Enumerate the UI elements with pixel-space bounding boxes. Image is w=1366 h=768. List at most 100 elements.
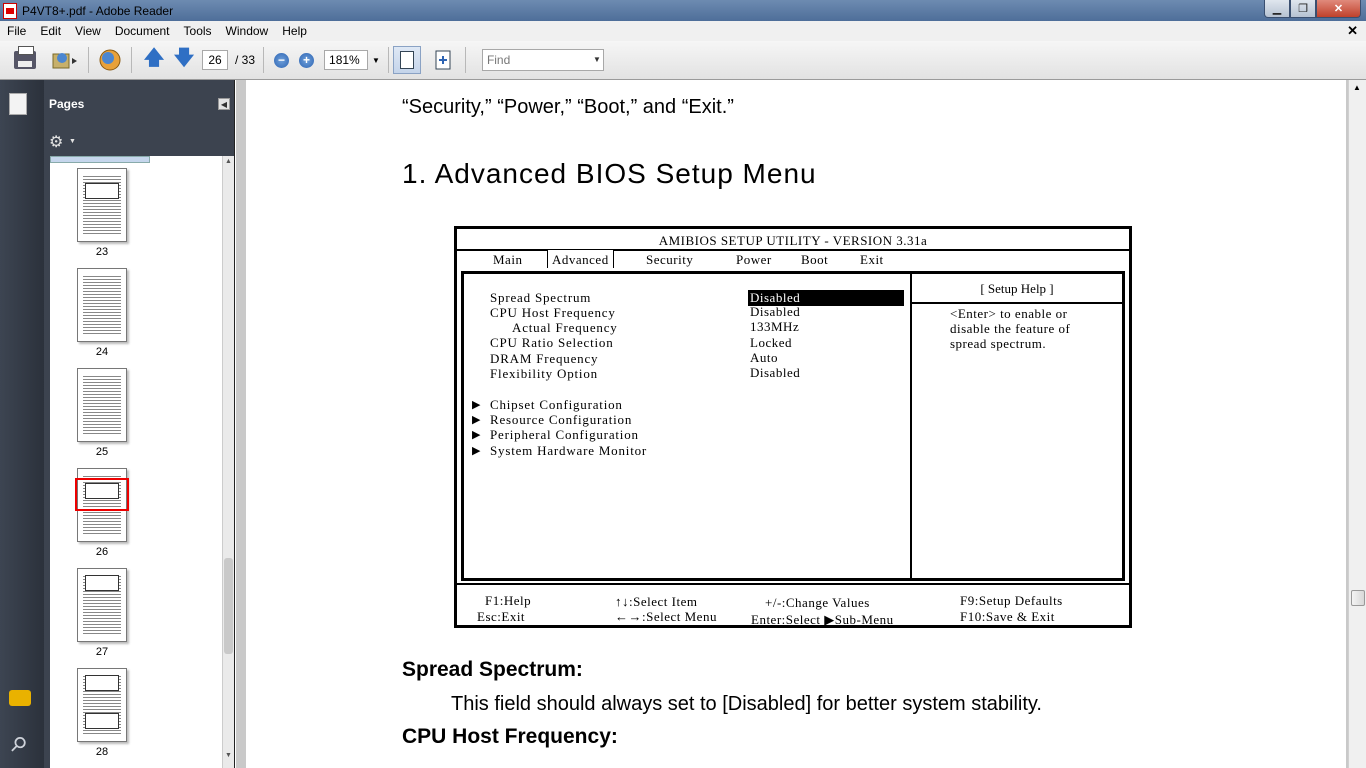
menu-view[interactable]: View xyxy=(68,24,108,38)
minimize-button[interactable]: ▁ xyxy=(1264,0,1290,18)
menu-window[interactable]: Window xyxy=(219,24,276,38)
bios-tab-exit: Exit xyxy=(860,252,884,267)
title-bar: P4VT8+.pdf - Adobe Reader ▁ ❐ ✕ xyxy=(0,0,1366,21)
bios-help-title: [ Setup Help ] xyxy=(980,281,1054,296)
arrow-down-icon: 🡇 xyxy=(173,47,195,69)
printer-icon xyxy=(14,46,36,69)
print-button[interactable] xyxy=(14,46,36,74)
bios-item-label: Flexibility Option xyxy=(490,366,598,381)
pages-panel-header: Pages xyxy=(44,80,234,127)
bios-footer-key: F9:Setup Defaults xyxy=(960,593,1063,608)
page-thumbnail-26[interactable] xyxy=(75,468,129,542)
fit-width-button[interactable] xyxy=(392,46,421,74)
thumbnail-label: 26 xyxy=(95,546,109,558)
bios-tab-advanced: Advanced xyxy=(547,249,614,268)
bios-item-value: Auto xyxy=(750,350,778,365)
close-button[interactable]: ✕ xyxy=(1316,0,1361,18)
scroll-up-arrow[interactable]: ▲ xyxy=(1353,83,1361,92)
submenu-arrow-icon: ▶ xyxy=(472,445,481,457)
bios-help-line: disable the feature of xyxy=(950,321,1071,336)
menu-edit[interactable]: Edit xyxy=(33,24,68,38)
bios-footer-key: +/-:Change Values xyxy=(765,595,870,610)
bios-submenu-label: Resource Configuration xyxy=(490,412,633,427)
document-scrollbar[interactable]: ▲ xyxy=(1348,80,1366,768)
adobe-reader-icon xyxy=(3,2,17,19)
spread-spectrum-heading: Spread Spectrum: xyxy=(402,658,583,681)
fit-width-icon xyxy=(399,51,414,69)
bios-screenshot-figure: AMIBIOS SETUP UTILITY - VERSION 3.31a Ma… xyxy=(454,226,1132,628)
previous-thumbnail-edge xyxy=(50,156,150,163)
bios-item-value: Disabled xyxy=(750,304,801,319)
bios-item-label: Spread Spectrum xyxy=(490,290,592,305)
menu-file[interactable]: File xyxy=(0,24,33,38)
window-title: P4VT8+.pdf - Adobe Reader xyxy=(22,3,174,18)
previous-page-button[interactable]: 🡅 xyxy=(142,47,166,72)
page-thumbnail-24[interactable] xyxy=(77,268,127,342)
collaborate-button[interactable] xyxy=(97,46,123,74)
bios-submenu-label: System Hardware Monitor xyxy=(490,443,648,458)
find-placeholder: Find xyxy=(486,53,511,67)
bios-footer-key: Enter:Select ▶Sub-Menu xyxy=(751,612,894,627)
submenu-arrow-icon: ▶ xyxy=(472,414,481,426)
gear-icon[interactable]: ⚙ xyxy=(49,132,63,152)
bios-footer-key: F1:Help xyxy=(485,593,532,608)
page-thumbnail-27[interactable] xyxy=(77,568,127,642)
find-dropdown-arrow[interactable]: ▼ xyxy=(593,50,601,70)
bios-tabs: Main Advanced Security Power Boot Exit xyxy=(457,249,1129,269)
options-dropdown-arrow[interactable]: ▼ xyxy=(69,138,76,145)
zoom-out-button[interactable]: − xyxy=(274,52,290,68)
window-controls: ▁ ❐ ✕ xyxy=(1264,0,1361,18)
zoom-dropdown-arrow[interactable]: ▼ xyxy=(372,56,380,65)
page-total: / 33 xyxy=(235,53,256,67)
comments-icon[interactable] xyxy=(9,690,31,706)
bios-title: AMIBIOS SETUP UTILITY - VERSION 3.31a xyxy=(658,233,928,248)
scroll-down-arrow[interactable]: ▼ xyxy=(225,752,232,759)
bios-submenu-label: Peripheral Configuration xyxy=(490,427,639,442)
zoom-in-button[interactable]: + xyxy=(299,52,315,68)
pages-panel-icon[interactable] xyxy=(9,93,27,115)
document-view: “Security,” “Power,” “Boot,” and “Exit.”… xyxy=(236,80,1348,768)
page-thumbnail-28[interactable] xyxy=(77,668,127,742)
toolbar: 🡅 🡇 26 / 33 − + 181% ▼ Find ▼ xyxy=(0,41,1366,80)
thumbnail-list: 23 24 25 26 27 28 ▲ ▼ xyxy=(50,156,234,768)
current-page-highlight xyxy=(75,478,129,511)
page-thumbnail-23[interactable] xyxy=(77,168,127,242)
scrollbar-thumb[interactable] xyxy=(224,558,233,654)
bios-item-label: CPU Host Frequency xyxy=(490,305,616,320)
pdf-page: “Security,” “Power,” “Boot,” and “Exit.”… xyxy=(246,80,1346,768)
scroll-up-arrow[interactable]: ▲ xyxy=(225,158,232,165)
thumbnail-label: 23 xyxy=(95,246,109,258)
menu-document[interactable]: Document xyxy=(108,24,177,38)
bios-item-value: 133MHz xyxy=(750,319,800,334)
attachments-icon[interactable]: ⚲ xyxy=(4,730,32,758)
globe-icon xyxy=(99,49,121,71)
pages-panel-title: Pages xyxy=(49,96,85,111)
fit-page-button[interactable] xyxy=(429,46,457,74)
bios-help-line: <Enter> to enable or xyxy=(950,306,1068,321)
bios-item-value: Disabled xyxy=(750,365,801,380)
thumbnail-label: 24 xyxy=(95,346,109,358)
menu-tools[interactable]: Tools xyxy=(177,24,219,38)
share-button[interactable] xyxy=(50,46,80,74)
maximize-button[interactable]: ❐ xyxy=(1290,0,1316,18)
scrollbar-thumb[interactable] xyxy=(1351,590,1365,606)
page-number-input[interactable]: 26 xyxy=(202,50,228,70)
pages-panel: Pages ◀ ⚙ ▼ 23 24 25 26 27 28 ▲ ▼ xyxy=(44,80,235,768)
bios-tab-power: Power xyxy=(736,252,772,267)
arrow-up-icon: 🡅 xyxy=(143,47,165,69)
find-input[interactable]: Find ▼ xyxy=(481,49,604,71)
next-page-button[interactable]: 🡇 xyxy=(172,47,196,72)
bios-footer-key: ↑↓:Select Item xyxy=(615,594,698,609)
zoom-level-input[interactable]: 181% xyxy=(324,50,369,70)
toolbar-separator xyxy=(464,47,466,73)
collapse-panel-button[interactable]: ◀ xyxy=(218,98,230,110)
page-thumbnail-25[interactable] xyxy=(77,368,127,442)
menu-bar: File Edit View Document Tools Window Hel… xyxy=(0,21,1366,41)
thumbnail-scrollbar[interactable]: ▲ ▼ xyxy=(222,156,234,768)
bios-item-label: Actual Frequency xyxy=(512,320,618,335)
bios-tab-boot: Boot xyxy=(801,252,829,267)
doc-lead-text: “Security,” “Power,” “Boot,” and “Exit.” xyxy=(402,96,734,118)
thumbnail-label: 28 xyxy=(95,746,109,758)
close-document-button[interactable]: ✕ xyxy=(1347,23,1358,39)
menu-help[interactable]: Help xyxy=(275,24,314,38)
